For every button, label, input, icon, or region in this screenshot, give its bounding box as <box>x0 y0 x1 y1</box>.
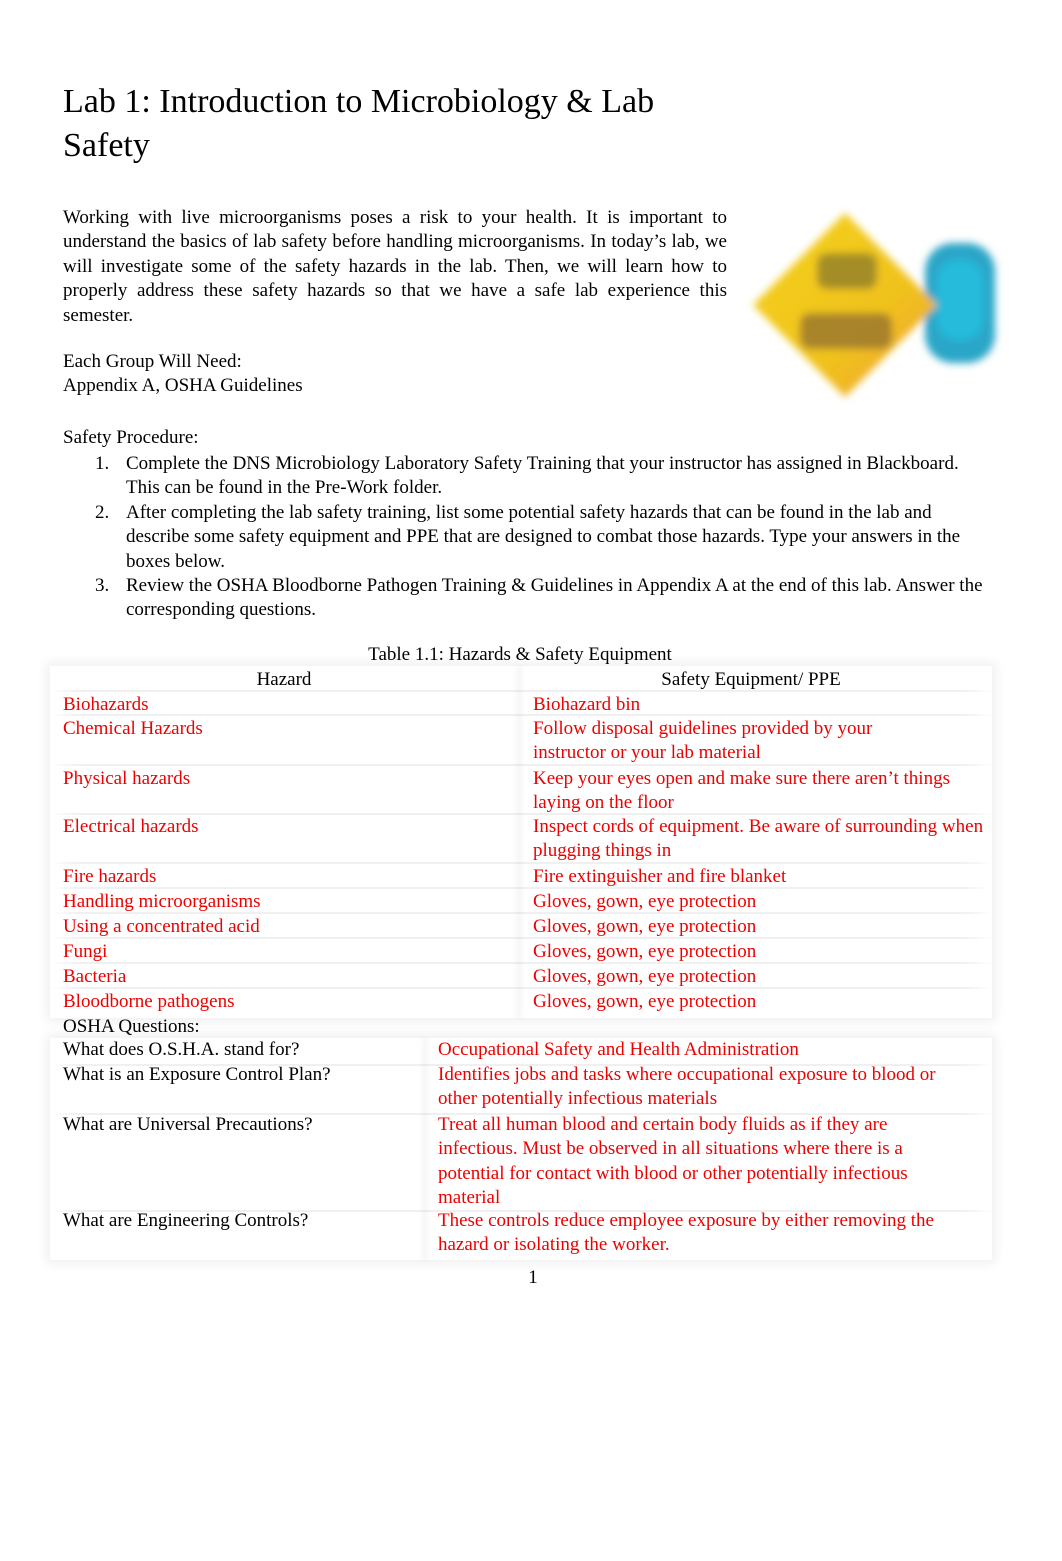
question-cell: What is an Exposure Control Plan? <box>63 1064 331 1085</box>
equipment-cell[interactable]: Inspect cords of equipment. Be aware of … <box>533 815 988 864</box>
hazard-cell[interactable]: Bacteria <box>63 965 126 989</box>
step-number: 3. <box>95 575 110 597</box>
hazard-cell[interactable]: Using a concentrated acid <box>63 915 260 939</box>
equipment-cell[interactable]: Gloves, gown, eye protection <box>533 940 983 964</box>
equipment-cell[interactable]: Gloves, gown, eye protection <box>533 990 983 1014</box>
procedure-step: 1. Complete the DNS Microbiology Laborato… <box>63 452 988 501</box>
hazard-cell[interactable]: Electrical hazards <box>63 815 199 839</box>
table-caption: Table 1.1: Hazards & Safety Equipment <box>368 644 672 665</box>
page-title: Lab 1: Introduction to Microbiology & La… <box>63 83 655 164</box>
osha-heading: OSHA Questions: <box>63 1016 200 1037</box>
question-cell: What does O.S.H.A. stand for? <box>63 1039 300 1060</box>
procedure-list: 1. Complete the DNS Microbiology Laborato… <box>63 452 988 623</box>
step-number: 1. <box>95 453 110 474</box>
question-cell: What are Engineering Controls? <box>63 1210 309 1231</box>
hazard-cell[interactable]: Fire hazards <box>63 865 156 889</box>
procedure-heading: Safety Procedure: <box>63 427 199 448</box>
hazard-cell[interactable]: Biohazards <box>63 693 148 717</box>
equipment-cell[interactable]: Biohazard bin <box>533 693 983 717</box>
hazard-cell[interactable]: Bloodborne pathogens <box>63 990 235 1014</box>
equipment-cell[interactable]: Follow disposal guidelines provided by y… <box>533 717 923 766</box>
osha-questions-table: What does O.S.H.A. stand for? Occupation… <box>50 1038 992 1260</box>
table-header-equipment: Safety Equipment/ PPE <box>661 669 841 690</box>
equipment-cell[interactable]: Gloves, gown, eye protection <box>533 890 983 914</box>
column-divider <box>516 666 522 1018</box>
equipment-cell[interactable]: Gloves, gown, eye protection <box>533 915 983 939</box>
hazard-cell[interactable]: Chemical Hazards <box>63 717 203 741</box>
hazards-table: Hazard Safety Equipment/ PPE Biohazards … <box>50 666 992 1018</box>
page-number: 1 <box>528 1267 538 1288</box>
column-divider <box>422 1038 428 1260</box>
equipment-cell[interactable]: Fire extinguisher and fire blanket <box>533 865 983 889</box>
hazard-cell[interactable]: Physical hazards <box>63 767 190 791</box>
intro-paragraph: Working with live microorganisms poses a… <box>63 207 727 326</box>
step-text: After completing the lab safety training… <box>126 501 961 572</box>
needs-heading: Each Group Will Need: <box>63 351 242 372</box>
equipment-cell[interactable]: Gloves, gown, eye protection <box>533 965 983 989</box>
procedure-step: 2. After completing the lab safety traini… <box>63 501 988 574</box>
step-text: Review the OSHA Bloodborne Pathogen Trai… <box>126 575 983 621</box>
step-number: 2. <box>95 501 110 523</box>
lab-safety-sign-image <box>745 205 1005 405</box>
table-header-hazard: Hazard <box>256 669 312 690</box>
question-cell: What are Universal Precautions? <box>63 1114 313 1135</box>
step-text: Complete the DNS Microbiology Laboratory… <box>126 453 959 499</box>
hazard-cell[interactable]: Fungi <box>63 940 107 964</box>
answer-cell[interactable]: These controls reduce employee exposure … <box>438 1209 968 1258</box>
answer-cell[interactable]: Identifies jobs and tasks where occupati… <box>438 1063 978 1112</box>
answer-cell[interactable]: Occupational Safety and Health Administr… <box>438 1038 978 1062</box>
needs-value: Appendix A, OSHA Guidelines <box>63 375 303 396</box>
equipment-cell[interactable]: Keep your eyes open and make sure there … <box>533 767 953 816</box>
hazard-cell[interactable]: Handling microorganisms <box>63 890 261 914</box>
procedure-step: 3. Review the OSHA Bloodborne Pathogen Tr… <box>63 574 988 623</box>
answer-cell[interactable]: Treat all human blood and certain body f… <box>438 1113 968 1211</box>
